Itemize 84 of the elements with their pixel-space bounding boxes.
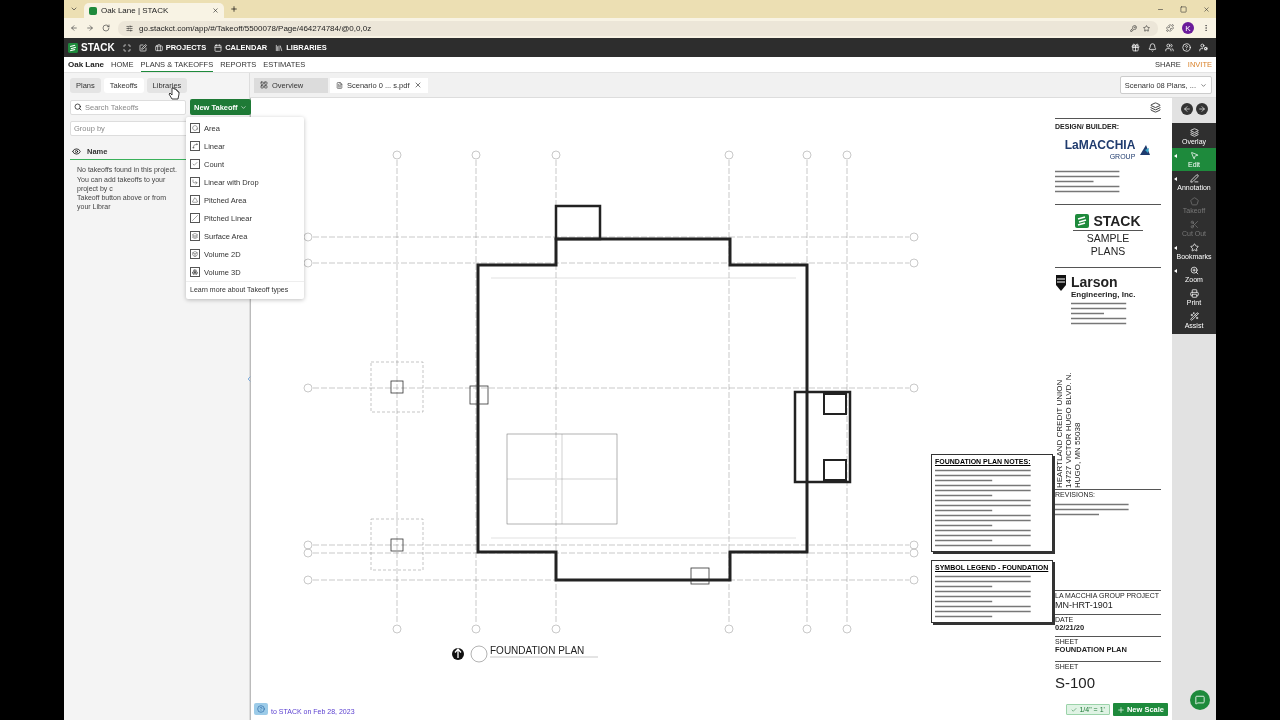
users-icon[interactable] [1165, 43, 1174, 52]
browser-tab-title: Oak Lane | STACK [101, 6, 170, 15]
sample-plans-text: PLANS [1090, 245, 1126, 258]
fullscreen-icon[interactable] [122, 43, 131, 52]
help-icon [257, 705, 265, 713]
arrow-right-icon [1197, 105, 1206, 113]
briefcase-icon [154, 43, 163, 52]
help-icon[interactable] [1182, 43, 1191, 52]
stack-logo-text: STACK [1093, 212, 1141, 229]
stack-logo-icon [1075, 213, 1090, 228]
caret-icon [239, 103, 247, 111]
bell-icon[interactable] [1148, 43, 1157, 52]
layers-icon [1189, 128, 1199, 137]
curve-icon [190, 141, 200, 151]
new-tab-icon[interactable] [230, 5, 238, 13]
library-icon [275, 43, 284, 52]
sheet-number: S-100 [1055, 674, 1097, 692]
restore-icon[interactable] [1180, 5, 1187, 13]
arrow-left-icon [1182, 105, 1191, 113]
stack-favicon-icon [89, 6, 97, 15]
caret-icon [1200, 81, 1207, 89]
wand-icon [1189, 312, 1199, 321]
pentagon-icon [1189, 197, 1199, 206]
extensions-icon[interactable] [1166, 24, 1174, 32]
shield-logo-icon [1055, 274, 1067, 293]
scissors-icon [1189, 220, 1199, 229]
layers-icon[interactable] [1150, 102, 1161, 113]
collapse-icon[interactable] [245, 375, 253, 383]
back-icon[interactable] [70, 24, 78, 32]
pointer-icon [1189, 151, 1199, 160]
calendar-icon [214, 43, 223, 52]
search-icon [74, 103, 82, 111]
help-button[interactable] [254, 703, 268, 715]
north-arrow-icon [452, 648, 464, 660]
firm-logo-text: LaMACCHIA [1064, 139, 1136, 153]
hexagon-icon [190, 123, 200, 133]
key-icon[interactable] [1130, 24, 1137, 32]
edit-icon[interactable] [138, 43, 147, 52]
close-icon[interactable] [413, 81, 422, 89]
zoom-icon [1189, 266, 1199, 275]
slash-icon [190, 213, 200, 223]
print-icon [1189, 289, 1199, 298]
project-name: Oak Lane [68, 60, 104, 69]
engineer-logo-text: Larson [1071, 274, 1118, 291]
stack-logo-icon [68, 42, 78, 53]
user-settings-icon[interactable] [1199, 43, 1208, 52]
browser-tab[interactable]: Oak Lane | STACK [84, 3, 224, 18]
hand-cursor-icon [168, 87, 180, 101]
site-settings-icon[interactable] [126, 24, 133, 32]
plan-title: FOUNDATION PLAN [490, 645, 585, 656]
check-icon [190, 159, 200, 169]
title-field-value: MN-HRT-1901 [1055, 600, 1113, 611]
layers-icon [190, 231, 200, 241]
url-text: go.stackct.com/app/#/Takeoff/5500078/Page/464274784/@0,0,0z [139, 23, 373, 33]
triangle-icon [190, 195, 200, 205]
gift-icon[interactable] [1131, 43, 1140, 52]
forward-icon[interactable] [86, 24, 94, 32]
close-icon[interactable] [1203, 5, 1210, 13]
engineer-logo-subtext: Engineering, Inc. [1071, 290, 1136, 300]
menu-icon[interactable] [1202, 24, 1210, 32]
previous-button[interactable] [1180, 103, 1193, 115]
tab-list-icon[interactable] [70, 5, 78, 13]
grid-icon [260, 81, 268, 89]
pen-icon [1189, 174, 1199, 183]
eye-icon[interactable] [72, 147, 81, 156]
document-icon [336, 81, 343, 89]
address-bar[interactable]: go.stackct.com/app/#/Takeoff/5500078/Page/464274784/@0,0,0z [118, 20, 1158, 36]
star-icon [1189, 243, 1199, 252]
close-icon[interactable] [212, 7, 219, 14]
boxes-icon [190, 267, 200, 277]
profile-avatar[interactable]: K [1182, 22, 1194, 34]
detail-bubble-icon [470, 645, 488, 663]
next-button[interactable] [1195, 103, 1208, 115]
sample-plans-text: SAMPLE [1086, 232, 1130, 245]
project-name-line: HEARTLAND CREDIT UNION [1055, 379, 1065, 489]
reload-icon[interactable] [102, 24, 110, 32]
box-icon [190, 249, 200, 259]
check-icon [1071, 706, 1078, 713]
app-logo-text: STACK [81, 42, 115, 53]
bookmark-star-icon[interactable] [1143, 24, 1150, 32]
chat-icon [1195, 695, 1205, 705]
plus-icon [1116, 705, 1125, 714]
triangle-logo-icon [1139, 143, 1152, 156]
project-name-line: HUGO, MN 55038 [1073, 422, 1083, 489]
